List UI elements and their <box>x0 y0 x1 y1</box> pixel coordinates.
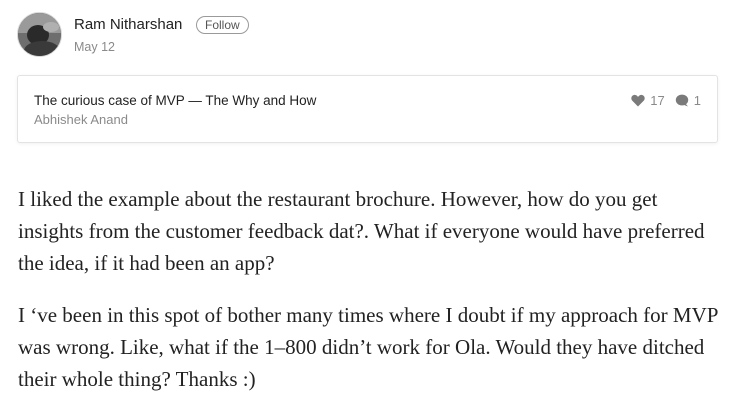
response-paragraph-1: I liked the example about the restaurant… <box>18 187 705 275</box>
responses-count: 1 <box>693 93 701 108</box>
follow-button[interactable]: Follow <box>196 16 249 34</box>
quoted-story-card[interactable]: The curious case of MVP — The Why and Ho… <box>17 75 718 143</box>
heart-icon <box>631 94 645 107</box>
likes-count: 17 <box>650 93 665 108</box>
avatar[interactable] <box>17 12 62 57</box>
avatar-photo <box>18 13 61 56</box>
post-date[interactable]: May 12 <box>74 40 115 54</box>
response-paragraph-2: I ‘ve been in this spot of bother many t… <box>18 303 718 391</box>
quoted-story-title[interactable]: The curious case of MVP — The Why and Ho… <box>34 93 316 108</box>
author-name[interactable]: Ram Nitharshan <box>74 16 182 33</box>
response-body: I liked the example about the restaurant… <box>18 183 723 415</box>
speech-bubble-icon <box>675 94 689 107</box>
quoted-story-stats: 17 1 <box>631 93 701 108</box>
quoted-story-author: Abhishek Anand <box>34 112 128 127</box>
